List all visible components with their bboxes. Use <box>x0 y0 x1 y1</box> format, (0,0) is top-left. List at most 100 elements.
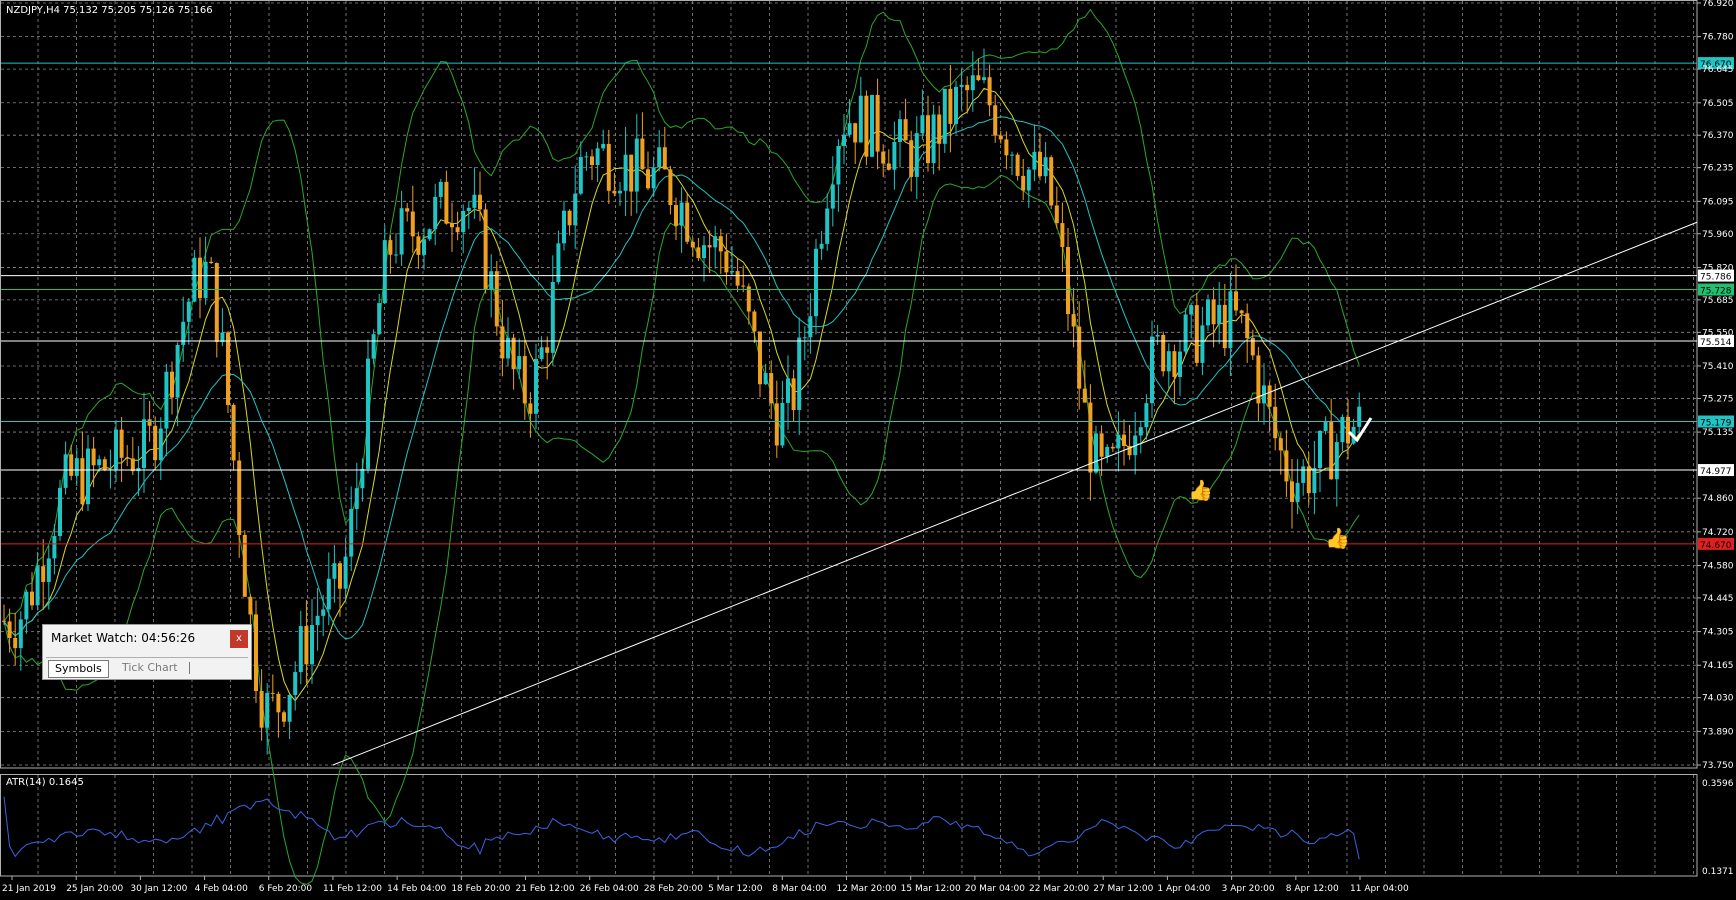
candle-body <box>1144 403 1149 428</box>
price-tick-label: 73.750 <box>1702 761 1734 771</box>
candle-body <box>399 208 404 255</box>
candle-body <box>360 468 365 489</box>
time-tick-label: 1 Apr 04:00 <box>1157 884 1210 894</box>
time-tick-label: 5 Mar 12:00 <box>708 884 763 894</box>
candle-body <box>1038 151 1042 177</box>
candle-body <box>780 402 785 446</box>
tab-tick-chart[interactable]: Tick Chart <box>116 660 184 676</box>
candle-body <box>1060 223 1065 248</box>
candle-body <box>1278 438 1283 451</box>
candle-body <box>718 236 723 252</box>
close-button[interactable]: x <box>230 630 248 648</box>
candle-body <box>601 143 606 149</box>
candle-body <box>265 692 270 728</box>
candle-body <box>1346 416 1350 444</box>
candle-body <box>657 147 662 168</box>
time-tick-label: 11 Apr 04:00 <box>1350 884 1409 894</box>
candle-body <box>1071 314 1076 327</box>
candle-body <box>1183 314 1188 352</box>
candle-body <box>130 458 135 472</box>
time-tick-label: 4 Feb 04:00 <box>195 884 249 894</box>
candle-body <box>366 358 370 469</box>
candle-body <box>97 459 102 466</box>
candle-body <box>13 638 18 649</box>
candle-body <box>1340 416 1345 443</box>
time-tick-label: 3 Apr 20:00 <box>1222 884 1275 894</box>
tab-separator <box>189 662 190 674</box>
candle-body <box>1004 139 1009 156</box>
candle-body <box>231 404 236 461</box>
atr-line <box>3 796 1360 860</box>
candle-body <box>310 625 314 665</box>
candle-body <box>226 332 230 405</box>
level-label: 75.179 <box>1700 418 1732 428</box>
price-tick-label: 75.960 <box>1702 230 1734 240</box>
price-tick-label: 74.445 <box>1702 594 1734 604</box>
time-tick-label: 12 Mar 20:00 <box>836 884 896 894</box>
candle-body <box>24 591 29 620</box>
price-tick-label: 74.305 <box>1702 628 1734 638</box>
candle-body <box>707 245 712 248</box>
price-chart[interactable]: 76.67075.78675.72875.51475.17974.97774.6… <box>0 0 1736 896</box>
candle-body <box>1273 406 1278 439</box>
market-watch-panel[interactable]: Market Watch: 04:56:26 x Symbols Tick Ch… <box>42 624 252 680</box>
candle-body <box>1043 157 1048 177</box>
candle-body <box>892 141 897 170</box>
candle-body <box>377 303 382 335</box>
candle-body <box>153 425 158 461</box>
candle-body <box>46 558 51 582</box>
candle-body <box>545 347 550 353</box>
candle-body <box>1122 434 1126 446</box>
thumb-up-icon: 👍 <box>1325 526 1350 550</box>
level-label: 75.786 <box>1700 273 1732 283</box>
candle-body <box>422 239 426 255</box>
candle-body <box>668 169 673 206</box>
price-tick-label: 74.720 <box>1702 528 1734 538</box>
candle-body <box>1323 421 1328 431</box>
candle-body <box>214 263 219 342</box>
price-tick-label: 76.235 <box>1702 164 1734 174</box>
symbol-info: NZDJPY,H4 75.132 75.205 75.126 75.166 <box>6 5 213 16</box>
time-tick-label: 20 Mar 04:00 <box>965 884 1025 894</box>
candle-body <box>203 261 208 299</box>
candle-body <box>1026 169 1031 191</box>
candle-body <box>86 448 90 505</box>
candle-body <box>685 202 690 242</box>
time-tick-label: 25 Jan 20:00 <box>66 884 123 894</box>
candle-body <box>1094 433 1098 473</box>
candle-body <box>1010 154 1014 156</box>
candle-body <box>410 211 415 237</box>
candle-body <box>416 236 421 255</box>
candle-body <box>125 457 130 459</box>
price-tick-label: 75.820 <box>1702 263 1734 273</box>
candle-body <box>556 243 561 283</box>
candle-body <box>758 331 762 385</box>
candle-body <box>903 119 908 141</box>
candle-body <box>1178 351 1182 377</box>
candle-body <box>119 429 124 458</box>
time-tick-label: 14 Feb 04:00 <box>387 884 446 894</box>
candle-body <box>315 615 320 626</box>
tab-symbols[interactable]: Symbols <box>48 660 109 678</box>
candle-body <box>830 184 835 209</box>
candle-body <box>920 115 925 134</box>
candle-body <box>517 356 522 370</box>
price-tick-label: 75.410 <box>1702 362 1734 372</box>
candle-body <box>522 356 527 404</box>
price-tick-label: 76.505 <box>1702 99 1734 109</box>
candle-body <box>741 285 746 287</box>
candle-body <box>534 358 538 414</box>
candle-body <box>1166 351 1171 372</box>
candle-body <box>864 95 869 157</box>
candle-body <box>142 419 146 469</box>
price-tick-label: 75.550 <box>1702 328 1734 338</box>
candle-body <box>1295 482 1300 502</box>
candle-body <box>814 248 818 317</box>
candle-body <box>976 75 981 81</box>
price-tick-label: 73.890 <box>1702 727 1734 737</box>
candle-body <box>1021 175 1026 191</box>
candle-body <box>1206 299 1210 326</box>
candle-body <box>914 133 919 177</box>
candle-body <box>1189 305 1194 315</box>
candle-body <box>1301 466 1306 483</box>
